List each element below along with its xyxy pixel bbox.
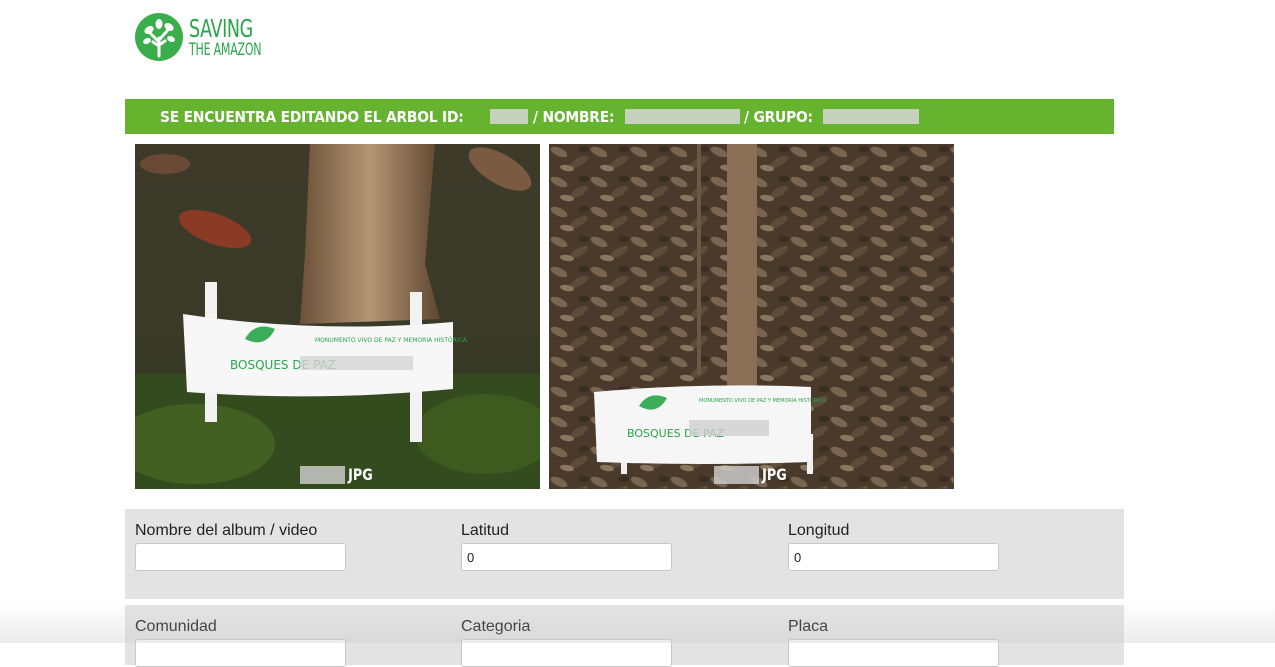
album-field: Nombre del album / video: [135, 522, 346, 571]
category-input[interactable]: [461, 639, 672, 667]
longitude-label: Longitud: [788, 522, 850, 539]
redacted-id: [490, 109, 528, 124]
redacted-filename: [299, 465, 345, 484]
banner-id-label: SE ENCUENTRA EDITANDO EL ARBOL ID:: [160, 107, 464, 126]
editing-banner: SE ENCUENTRA EDITANDO EL ARBOL ID: / NOM…: [125, 99, 1114, 134]
photo-1-filename: JPG: [135, 465, 540, 484]
album-label: Nombre del album / video: [135, 522, 318, 539]
logo-line2: THE AMAZON: [189, 39, 262, 60]
tree-photo-1[interactable]: BOSQUES DE PAZ MONUMENTO VIVO DE PAZ Y M…: [135, 144, 540, 489]
longitude-input[interactable]: [788, 543, 999, 571]
album-input[interactable]: [135, 543, 346, 571]
banner-nombre-label: / NOMBRE:: [533, 107, 615, 126]
svg-text:MONUMENTO VIVO DE PAZ Y MEMORI: MONUMENTO VIVO DE PAZ Y MEMORIA HISTÓRIC…: [315, 337, 468, 344]
plate-input[interactable]: [788, 639, 999, 667]
redacted-filename: [713, 465, 759, 484]
tree-photo-image: BOSQUES DE PAZ MONUMENTO VIVO DE PAZ Y M…: [549, 144, 954, 489]
svg-text:MONUMENTO VIVO DE PAZ Y MEMORI: MONUMENTO VIVO DE PAZ Y MEMORIA HISTÓRIC…: [699, 397, 826, 404]
form-row-community-category: Comunidad Categoria Placa: [125, 605, 1124, 667]
latitude-label: Latitud: [461, 522, 510, 539]
banner-grupo-label: / GRUPO:: [744, 107, 814, 126]
community-label: Comunidad: [135, 618, 217, 635]
tree-photo-image: BOSQUES DE PAZ MONUMENTO VIVO DE PAZ Y M…: [135, 144, 540, 489]
category-label: Categoria: [461, 618, 531, 635]
redacted-grupo: [823, 109, 920, 124]
saving-the-amazon-logo[interactable]: SAVING THE AMAZON: [134, 11, 289, 63]
redacted-nombre: [625, 109, 741, 124]
tree-photo-2[interactable]: BOSQUES DE PAZ MONUMENTO VIVO DE PAZ Y M…: [549, 144, 954, 489]
longitude-field: Longitud: [788, 522, 999, 571]
logo-wordmark: SAVING THE AMAZON: [189, 16, 289, 59]
tree-logo-icon: [135, 13, 183, 61]
form-row-album-location: Nombre del album / video Latitud Longitu…: [125, 509, 1124, 599]
community-input[interactable]: [135, 639, 346, 667]
plate-label: Placa: [788, 618, 829, 635]
latitude-input[interactable]: [461, 543, 672, 571]
photo-2-filename: JPG: [549, 465, 954, 484]
latitude-field: Latitud: [461, 522, 672, 571]
logo-line1: SAVING: [189, 13, 253, 43]
